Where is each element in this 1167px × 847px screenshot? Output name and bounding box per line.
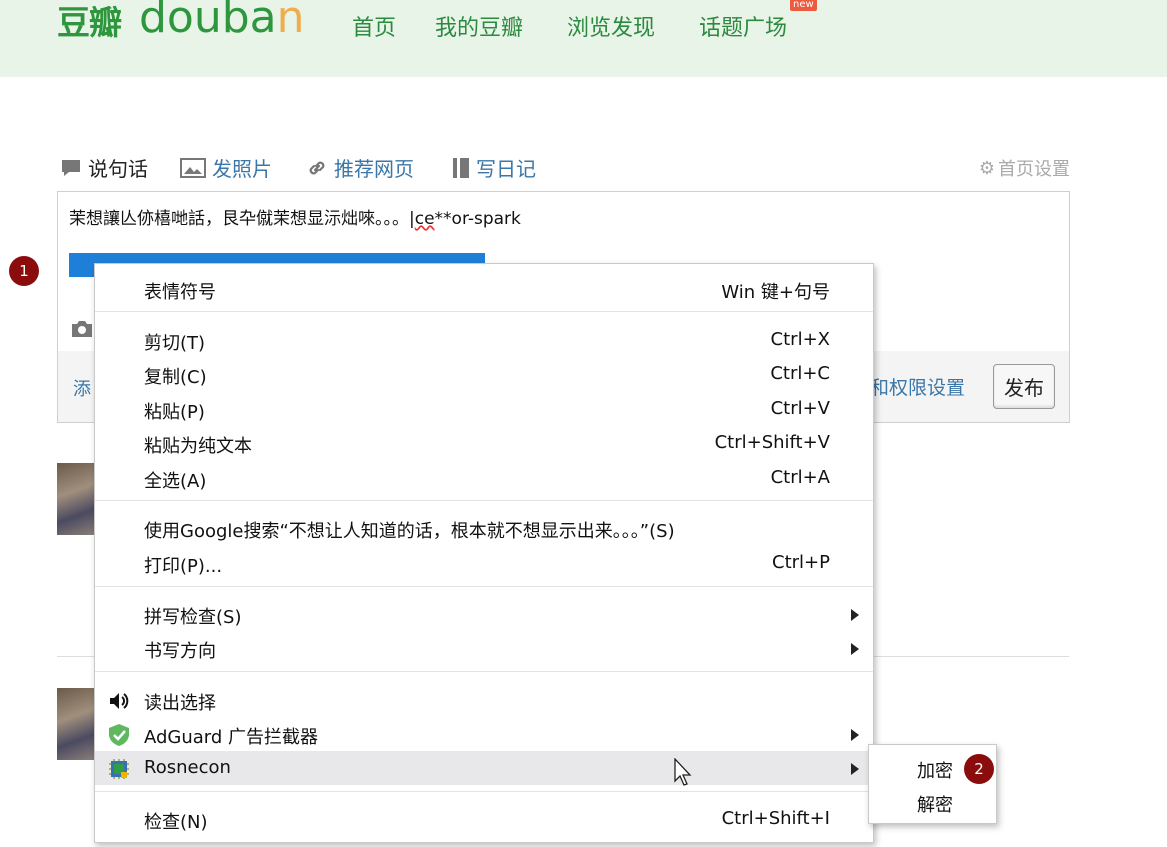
camera-icon[interactable] <box>70 319 94 339</box>
new-badge: new <box>790 0 817 11</box>
diary-icon <box>453 157 469 178</box>
menu-item-paste-plain[interactable]: 粘贴为纯文本 Ctrl+Shift+V <box>95 426 873 460</box>
menu-item-select-all[interactable]: 全选(A) Ctrl+A <box>95 461 873 495</box>
menu-item-print[interactable]: 打印(P)... Ctrl+P <box>95 546 873 580</box>
avatar[interactable] <box>57 688 95 760</box>
logo-chinese: 豆瓣 <box>57 3 122 42</box>
add-link[interactable]: 添 <box>73 375 91 401</box>
step-marker-2: 2 <box>964 754 994 784</box>
adguard-shield-icon <box>109 724 129 746</box>
menu-item-rosnecon[interactable]: Rosnecon <box>95 751 873 785</box>
context-menu: 表情符号 Win 键+句号 剪切(T) Ctrl+X 复制(C) Ctrl+C … <box>94 263 874 843</box>
submenu-arrow-icon <box>851 609 859 621</box>
permissions-link[interactable]: 和权限设置 <box>870 373 965 400</box>
misspelled-word: ce <box>414 209 435 229</box>
menu-separator <box>95 311 873 312</box>
site-header: 豆瓣 douban 首页 我的豆瓣 浏览发现 话题广场 new <box>0 0 1167 77</box>
nav-home[interactable]: 首页 <box>352 10 396 42</box>
step-marker-1: 1 <box>9 256 39 286</box>
nav-topics[interactable]: 话题广场 <box>699 10 787 42</box>
menu-separator <box>95 791 873 792</box>
menu-item-read-aloud[interactable]: 读出选择 <box>95 683 873 717</box>
home-settings-link[interactable]: ⚙ 首页设置 <box>979 155 1070 181</box>
picture-icon <box>180 157 206 178</box>
submenu-encrypt[interactable]: 加密 <box>917 757 953 783</box>
tab-say[interactable]: 说句话 <box>60 153 148 182</box>
menu-item-emoji[interactable]: 表情符号 Win 键+句号 <box>95 272 873 306</box>
menu-item-adguard[interactable]: AdGuard 广告拦截器 <box>95 717 873 751</box>
submenu-arrow-icon <box>851 729 859 741</box>
menu-item-cut[interactable]: 剪切(T) Ctrl+X <box>95 323 873 357</box>
mouse-pointer-icon <box>674 758 692 786</box>
submenu-decrypt[interactable]: 解密 <box>917 791 953 817</box>
submenu-arrow-icon <box>851 643 859 655</box>
tab-diary[interactable]: 写日记 <box>452 153 536 182</box>
speaker-icon <box>110 693 129 709</box>
menu-item-inspect[interactable]: 检查(N) Ctrl+Shift+I <box>95 802 873 836</box>
menu-separator <box>95 671 873 672</box>
rosnecon-chip-icon <box>109 759 129 779</box>
link-icon <box>309 161 325 174</box>
nav-explore[interactable]: 浏览发现 <box>567 10 655 42</box>
nav-my-douban[interactable]: 我的豆瓣 <box>435 10 523 42</box>
submenu-arrow-icon <box>851 763 859 775</box>
menu-separator <box>95 586 873 587</box>
gear-icon: ⚙ <box>978 157 995 179</box>
menu-item-google-search[interactable]: 使用Google搜索“不想让人知道的话，根本就不想显示出来。。。”(S) <box>95 511 873 545</box>
avatar[interactable] <box>57 463 95 535</box>
publish-button[interactable]: 发布 <box>993 364 1055 409</box>
menu-item-spellcheck[interactable]: 拼写检查(S) <box>95 597 873 631</box>
logo-english: douban <box>139 0 305 43</box>
menu-item-writing-direction[interactable]: 书写方向 <box>95 631 873 665</box>
speech-bubble-icon <box>62 159 80 176</box>
tab-link[interactable]: 推荐网页 <box>306 153 414 182</box>
menu-item-copy[interactable]: 复制(C) Ctrl+C <box>95 357 873 391</box>
status-tabs: 说句话 发照片 推荐网页 写日记 ⚙ 首页设置 <box>60 153 1070 183</box>
editor-line-1: 茉想讓亾㑊橲哋話，艮卆僦茉想显沶炪唻。。。|ce**or-spark <box>69 209 521 229</box>
tab-photo[interactable]: 发照片 <box>180 153 272 182</box>
menu-separator <box>95 500 873 501</box>
menu-item-paste[interactable]: 粘贴(P) Ctrl+V <box>95 392 873 426</box>
